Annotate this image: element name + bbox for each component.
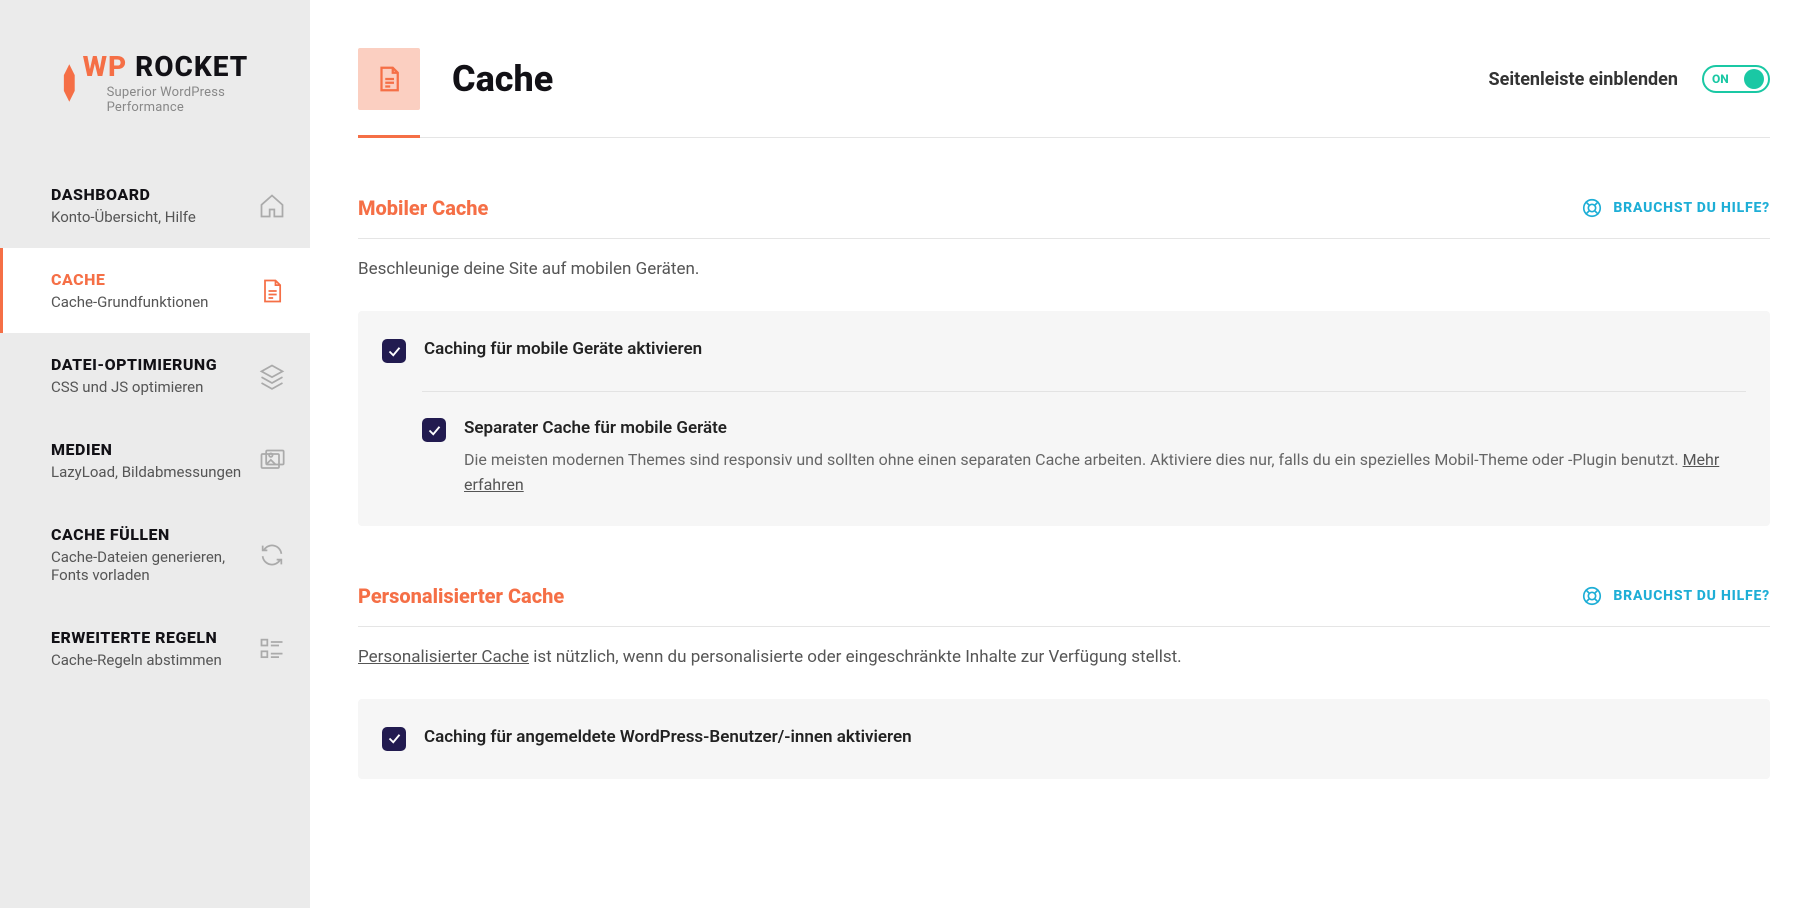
logo-rocket: ROCKET [135, 50, 248, 83]
file-icon [374, 64, 404, 94]
nav-sub: LazyLoad, Bildabmessungen [51, 463, 258, 481]
section-title: Mobiler Cache [358, 196, 488, 220]
section-title: Personalisierter Cache [358, 584, 564, 608]
checkbox-separate-mobile-cache[interactable] [422, 418, 446, 442]
section-desc: Personalisierter Cache ist nützlich, wen… [358, 647, 1770, 667]
check-icon [387, 731, 402, 746]
option-help: Die meisten modernen Themes sind respons… [464, 448, 1746, 498]
nav-title: ERWEITERTE REGELN [51, 628, 258, 647]
layers-icon [258, 362, 286, 390]
sidebar: WP ROCKET Superior WordPress Performance… [0, 0, 310, 908]
lifebuoy-icon [1581, 197, 1603, 219]
rocket-icon [60, 63, 79, 103]
personalized-cache-link[interactable]: Personalisierter Cache [358, 647, 529, 667]
logo-wp: WP [83, 50, 128, 83]
checkbox-loggedin-cache[interactable] [382, 727, 406, 751]
nav-title: MEDIEN [51, 440, 258, 459]
nav-sub: Cache-Grundfunktionen [51, 293, 258, 311]
refresh-icon [258, 541, 286, 569]
images-icon [258, 447, 286, 475]
section-mobile-cache: Mobiler Cache BRAUCHST DU HILFE? Beschle… [358, 196, 1770, 526]
nav-dashboard[interactable]: DASHBOARD Konto-Übersicht, Hilfe [0, 163, 310, 248]
nav-cache[interactable]: CACHE Cache-Grundfunktionen [0, 248, 310, 333]
section-desc: Beschleunige deine Site auf mobilen Gerä… [358, 259, 1770, 279]
nav-title: CACHE FÜLLEN [51, 525, 258, 544]
nav-advanced-rules[interactable]: ERWEITERTE REGELN Cache-Regeln abstimmen [0, 606, 310, 691]
nav-title: CACHE [51, 270, 258, 289]
nav-title: DATEI-OPTIMIERUNG [51, 355, 258, 374]
check-icon [387, 344, 402, 359]
option-label: Caching für angemeldete WordPress-Benutz… [424, 727, 912, 747]
help-link[interactable]: BRAUCHST DU HILFE? [1581, 197, 1770, 219]
checkbox-mobile-cache[interactable] [382, 339, 406, 363]
nav-sub: Cache-Dateien generieren, Fonts vorladen [51, 548, 258, 584]
brand-logo: WP ROCKET Superior WordPress Performance [0, 0, 310, 155]
toggle-state-label: ON [1712, 72, 1729, 86]
logo-tagline: Superior WordPress Performance [107, 85, 290, 115]
help-link[interactable]: BRAUCHST DU HILFE? [1581, 585, 1770, 607]
page-title: Cache [452, 58, 553, 100]
help-label: BRAUCHST DU HILFE? [1613, 200, 1770, 216]
sidebar-toggle[interactable]: ON [1702, 65, 1770, 93]
file-icon [258, 277, 286, 305]
option-box-user: Caching für angemeldete WordPress-Benutz… [358, 699, 1770, 779]
option-label: Caching für mobile Geräte aktivieren [424, 339, 702, 359]
nav-preload[interactable]: CACHE FÜLLEN Cache-Dateien generieren, F… [0, 503, 310, 606]
option-box-mobile: Caching für mobile Geräte aktivieren Sep… [358, 311, 1770, 526]
nav-file-optimization[interactable]: DATEI-OPTIMIERUNG CSS und JS optimieren [0, 333, 310, 418]
option-label: Separater Cache für mobile Geräte [464, 418, 1746, 438]
nav-sub: Cache-Regeln abstimmen [51, 651, 258, 669]
sidebar-toggle-label: Seitenleiste einblenden [1489, 69, 1678, 90]
nav-sub: CSS und JS optimieren [51, 378, 258, 396]
home-icon [258, 192, 286, 220]
toggle-knob [1744, 69, 1764, 89]
page-icon [358, 48, 420, 110]
help-label: BRAUCHST DU HILFE? [1613, 588, 1770, 604]
sidebar-nav: DASHBOARD Konto-Übersicht, Hilfe CACHE C… [0, 163, 310, 691]
nav-title: DASHBOARD [51, 185, 258, 204]
main-content: Cache Seitenleiste einblenden ON Mobiler… [310, 0, 1818, 908]
list-icon [258, 635, 286, 663]
check-icon [427, 423, 442, 438]
nav-sub: Konto-Übersicht, Hilfe [51, 208, 258, 226]
page-header: Cache Seitenleiste einblenden ON [358, 48, 1770, 138]
section-user-cache: Personalisierter Cache BRAUCHST DU HILFE… [358, 584, 1770, 779]
nav-media[interactable]: MEDIEN LazyLoad, Bildabmessungen [0, 418, 310, 503]
lifebuoy-icon [1581, 585, 1603, 607]
